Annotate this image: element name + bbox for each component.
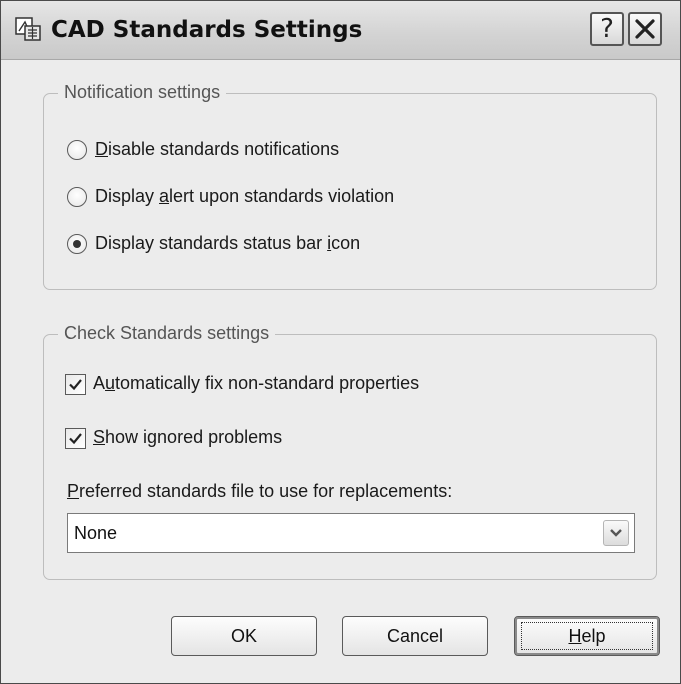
window-title: CAD Standards Settings xyxy=(51,17,363,43)
radio-label: Display alert upon standards violation xyxy=(95,186,395,206)
title-close-button[interactable] xyxy=(628,12,662,46)
radio-circle[interactable] xyxy=(67,187,87,207)
title-bar: CAD Standards Settings ? xyxy=(1,1,680,60)
checkbox-label: Automatically fix non-standard propertie… xyxy=(93,373,420,393)
radio-label: Disable standards notifications xyxy=(95,139,340,159)
close-icon xyxy=(635,19,655,39)
title-help-button[interactable]: ? xyxy=(590,12,624,46)
cancel-button[interactable]: Cancel xyxy=(342,616,488,656)
cad-standards-settings-dialog: CAD Standards Settings ? Notification se… xyxy=(0,0,681,684)
focus-rectangle xyxy=(521,622,653,650)
help-icon: ? xyxy=(600,14,614,44)
check-standards-settings-legend: Check Standards settings xyxy=(58,323,276,344)
radio-selected-dot xyxy=(73,240,81,248)
radio-circle-selected[interactable] xyxy=(67,234,87,254)
checkbox-box[interactable] xyxy=(65,374,86,395)
help-button[interactable]: Help xyxy=(514,616,660,656)
cad-standards-icon xyxy=(15,17,41,41)
preferred-file-label: Preferred standards file to use for repl… xyxy=(67,481,453,501)
dropdown-arrow-button[interactable] xyxy=(603,520,629,546)
checkbox-box[interactable] xyxy=(65,428,86,449)
dropdown-value: None xyxy=(74,523,118,543)
checkmark-icon xyxy=(69,433,82,445)
radio-label: Display standards status bar icon xyxy=(95,233,361,253)
radio-circle[interactable] xyxy=(67,140,87,160)
ok-button[interactable]: OK xyxy=(171,616,317,656)
checkmark-icon xyxy=(69,379,82,391)
checkbox-label: Show ignored problems xyxy=(93,427,283,447)
notification-settings-legend: Notification settings xyxy=(58,82,227,103)
chevron-down-icon xyxy=(610,529,622,537)
preferred-file-dropdown[interactable]: None xyxy=(67,513,635,553)
